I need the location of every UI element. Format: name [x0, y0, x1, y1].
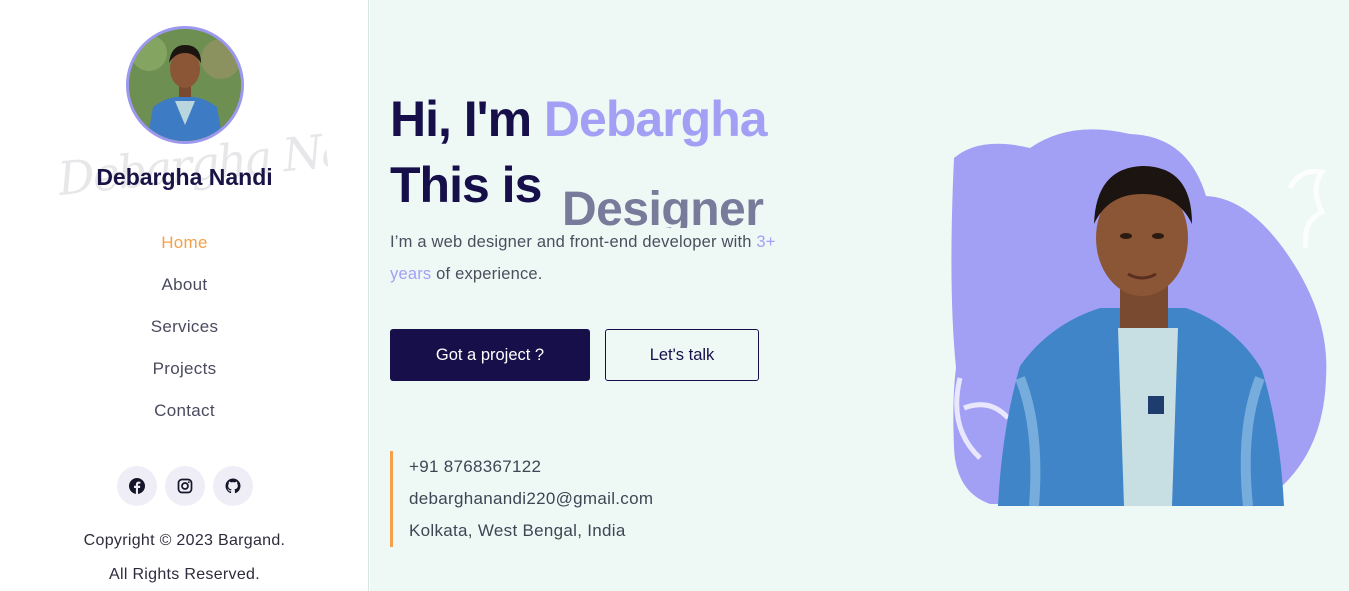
hero-greeting: Hi, I'm Debargha — [390, 90, 768, 148]
hero-portrait — [950, 128, 1330, 508]
copyright-line-2: All Rights Reserved. — [109, 566, 260, 583]
got-a-project-button[interactable]: Got a project ? — [390, 329, 590, 381]
contact-info: +91 8768367122 debarghanandi220@gmail.co… — [390, 451, 710, 547]
sidebar-nav: Home About Services Projects Contact — [0, 226, 369, 436]
hero-name: Debargha — [543, 91, 768, 147]
copyright-line-1: Copyright © 2023 Bargand. — [83, 532, 286, 549]
role-text: Designer — [562, 183, 764, 228]
hero-portrait-illustration — [951, 129, 1327, 507]
github-link[interactable] — [213, 466, 253, 506]
intro-part-1: I’m a web designer and front-end develop… — [390, 233, 757, 251]
hero-section: Hi, I'm Debargha This is Designer I’m a … — [370, 0, 1349, 591]
contact-email: debarghanandi220@gmail.com — [409, 489, 654, 508]
nav-about[interactable]: About — [0, 268, 369, 310]
intro-text: I’m a web designer and front-end develop… — [390, 226, 820, 290]
nav-services[interactable]: Services — [0, 310, 369, 352]
hero-this-is: This is — [390, 157, 542, 213]
nav-home[interactable]: Home — [0, 226, 369, 268]
facebook-link[interactable] — [117, 466, 157, 506]
copyright: Copyright © 2023 Bargand. All Rights Res… — [0, 524, 369, 591]
sidebar: Debargha Nandi Debargha Nandi Home About… — [0, 0, 369, 591]
facebook-icon — [129, 478, 145, 494]
contact-location: Kolkata, West Bengal, India — [409, 521, 626, 540]
instagram-icon — [177, 478, 193, 494]
lets-talk-button[interactable]: Let's talk — [605, 329, 759, 381]
nav-projects[interactable]: Projects — [0, 352, 369, 394]
intro-part-2: of experience. — [431, 265, 543, 283]
instagram-link[interactable] — [165, 466, 205, 506]
avatar — [126, 26, 244, 144]
social-links — [117, 466, 253, 506]
role-rotator: Designer — [562, 176, 802, 228]
sidebar-name: Debargha Nandi — [96, 164, 273, 190]
greeting-text: Hi, I'm — [390, 91, 544, 147]
contact-phone: +91 8768367122 — [409, 457, 542, 476]
avatar-portrait — [129, 29, 241, 141]
nav-contact[interactable]: Contact — [0, 394, 369, 436]
github-icon — [225, 478, 241, 494]
